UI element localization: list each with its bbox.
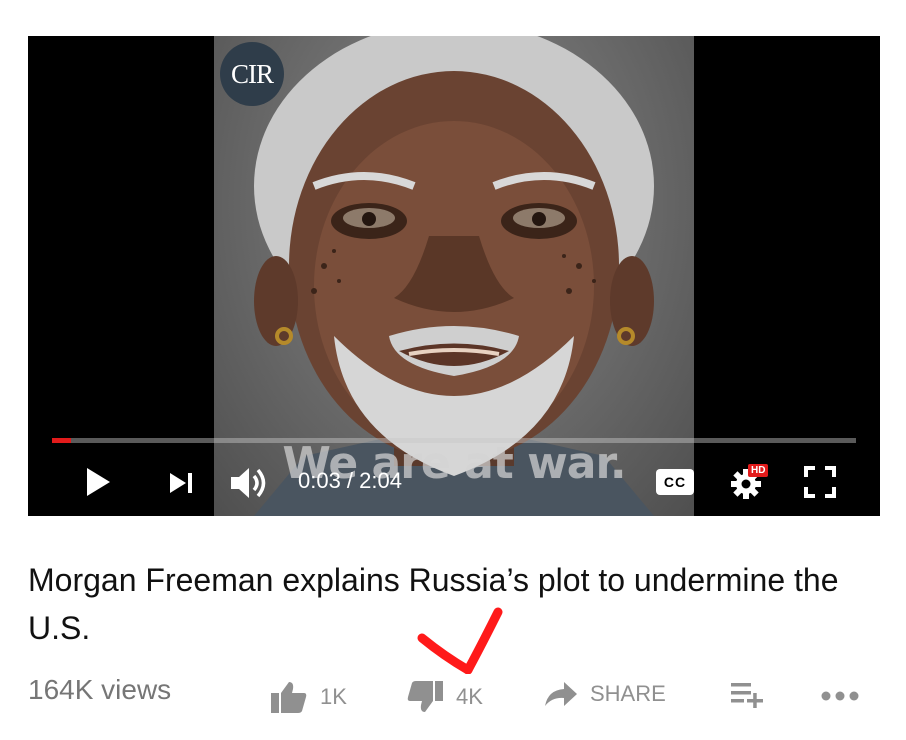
like-count: 1K: [320, 684, 347, 709]
volume-icon: [231, 468, 266, 498]
share-button[interactable]: SHARE: [544, 680, 666, 708]
view-count: 164K views: [28, 674, 172, 705]
thumbs-up-icon: [271, 682, 307, 713]
volume-button[interactable]: [228, 464, 270, 502]
channel-logo: CIR: [220, 42, 284, 106]
dislike-count: 4K: [456, 684, 483, 709]
add-to-playlist-icon: [731, 683, 763, 708]
red-arrow-annotation: [417, 607, 503, 674]
thumbs-down-icon: [407, 681, 443, 712]
hd-badge: HD: [748, 464, 769, 477]
next-icon: [170, 473, 192, 493]
progress-fill: [52, 438, 72, 443]
share-arrow-icon: [545, 682, 577, 706]
dislike-button[interactable]: 4K: [406, 680, 483, 714]
play-button[interactable]: [80, 464, 116, 500]
like-button[interactable]: 1K: [270, 680, 347, 714]
caption-overlay: We are at war.: [282, 438, 626, 489]
share-label: SHARE: [590, 681, 666, 706]
fullscreen-icon: [804, 466, 836, 498]
more-icon: [821, 691, 859, 701]
progress-bar[interactable]: [52, 438, 856, 443]
fullscreen-button[interactable]: [802, 464, 838, 500]
more-actions-button[interactable]: [820, 680, 860, 708]
time-display: 0:03 / 2:04: [298, 468, 402, 493]
next-button[interactable]: [164, 466, 198, 500]
video-meta-row: 164K views 1K 4K SHARE: [0, 672, 906, 722]
add-to-playlist-button[interactable]: [730, 680, 766, 708]
video-frame[interactable]: CIR We are at war.: [214, 36, 694, 516]
captions-button[interactable]: CC: [656, 469, 694, 495]
video-player[interactable]: CIR We are at war. 0:03 / 2:04 CC HD: [28, 36, 880, 516]
play-icon: [87, 468, 110, 496]
